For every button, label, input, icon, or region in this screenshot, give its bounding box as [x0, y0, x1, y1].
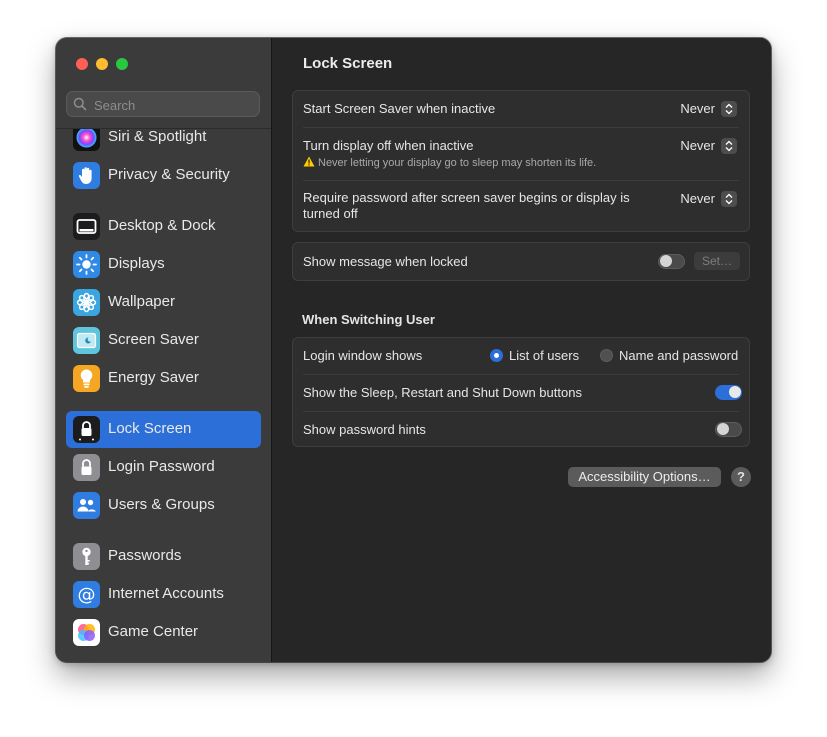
display-off-label: Turn display off when inactive	[303, 138, 474, 153]
sidebar-item-label: Users & Groups	[108, 496, 215, 513]
sidebar-item-label: Screen Saver	[108, 331, 199, 348]
sidebar-item-label: Lock Screen	[108, 420, 192, 437]
list-of-users-radio[interactable]	[490, 349, 503, 362]
sidebar-item-desktop-dock[interactable]: Desktop & Dock	[66, 208, 261, 245]
flower-icon	[73, 289, 100, 316]
sidebar-item-game-center[interactable]: Game Center	[66, 614, 261, 651]
sidebar-item-label: Internet Accounts	[108, 585, 224, 602]
password-hints-toggle[interactable]	[715, 422, 742, 437]
screen-saver-icon	[73, 327, 100, 354]
help-button[interactable]: ?	[731, 467, 751, 487]
sidebar-item-label: Privacy & Security	[108, 166, 230, 183]
switching-user-heading: When Switching User	[302, 312, 435, 327]
siri-icon	[73, 129, 100, 151]
updown-chevron-icon	[721, 138, 737, 154]
sidebar-item-siri-spotlight[interactable]: Siri & Spotlight	[66, 129, 261, 156]
switching-user-group: Login window shows List of users Name an…	[292, 337, 750, 447]
display-off-row: Turn display off when inactive Never let…	[293, 128, 749, 180]
require-password-popup[interactable]: Never	[667, 190, 737, 208]
toggle-knob	[660, 255, 672, 267]
set-message-button[interactable]: Set…	[694, 252, 740, 270]
password-hints-row: Show password hints	[293, 412, 749, 448]
name-and-password-label: Name and password	[619, 348, 739, 363]
sidebar-item-privacy-security[interactable]: Privacy & Security	[66, 157, 261, 194]
warning-text: Never letting your display go to sleep m…	[318, 157, 597, 169]
sidebar-item-label: Game Center	[108, 623, 199, 640]
game-center-icon	[73, 619, 100, 646]
sidebar-item-lock-screen[interactable]: Lock Screen	[66, 411, 261, 448]
sidebar-list: Siri & Spotlight Privacy & Security Desk…	[56, 129, 271, 662]
display-off-popup[interactable]: Never	[667, 137, 737, 155]
sidebar-item-wallpaper[interactable]: Wallpaper	[66, 284, 261, 321]
toggle-knob	[717, 423, 729, 435]
sidebar-item-label: Passwords	[108, 547, 182, 564]
sidebar-item-label: Siri & Spotlight	[108, 129, 207, 145]
lock-icon	[73, 416, 100, 443]
sidebar-item-internet-accounts[interactable]: @ Internet Accounts	[66, 576, 261, 613]
dock-icon	[73, 213, 100, 240]
updown-chevron-icon	[721, 101, 737, 117]
display-off-value: Never	[680, 138, 715, 153]
require-password-row: Require password after screen saver begi…	[293, 181, 749, 233]
sidebar-item-energy-saver[interactable]: Energy Saver	[66, 360, 261, 397]
screen-saver-row: Start Screen Saver when inactive Never	[293, 91, 749, 127]
close-window-button[interactable]	[76, 58, 88, 70]
search-input[interactable]	[92, 95, 256, 115]
login-window-label: Login window shows	[303, 348, 423, 363]
sidebar-item-label: Displays	[108, 255, 165, 272]
toggle-knob	[729, 386, 741, 398]
screen-saver-label: Start Screen Saver when inactive	[303, 101, 496, 116]
search-icon	[73, 97, 87, 116]
sidebar-item-label: Login Password	[108, 458, 215, 475]
updown-chevron-icon	[721, 191, 737, 207]
sidebar: Siri & Spotlight Privacy & Security Desk…	[56, 38, 272, 662]
accessibility-options-button[interactable]: Accessibility Options…	[568, 467, 721, 487]
show-message-label: Show message when locked	[303, 254, 468, 269]
message-group: Show message when locked Set…	[292, 242, 750, 281]
sidebar-item-screen-saver[interactable]: Screen Saver	[66, 322, 261, 359]
screen-saver-popup[interactable]: Never	[667, 100, 737, 118]
timing-settings-group: Start Screen Saver when inactive Never T…	[292, 90, 750, 232]
require-password-label: Require password after screen saver begi…	[303, 190, 630, 221]
display-off-warning: Never letting your display go to sleep m…	[303, 156, 596, 169]
users-icon	[73, 492, 100, 519]
sleep-buttons-label: Show the Sleep, Restart and Shut Down bu…	[303, 385, 582, 400]
search-field[interactable]	[66, 91, 260, 117]
main-pane: Lock Screen Start Screen Saver when inac…	[272, 38, 771, 662]
svg-text:@: @	[78, 585, 96, 606]
sidebar-item-passwords[interactable]: Passwords	[66, 538, 261, 575]
require-password-value: Never	[680, 191, 715, 206]
zoom-window-button[interactable]	[116, 58, 128, 70]
sidebar-item-label: Wallpaper	[108, 293, 175, 310]
name-and-password-radio[interactable]	[600, 349, 613, 362]
settings-window: Siri & Spotlight Privacy & Security Desk…	[56, 38, 771, 662]
page-title: Lock Screen	[303, 55, 393, 72]
minimize-window-button[interactable]	[96, 58, 108, 70]
sidebar-item-users-groups[interactable]: Users & Groups	[66, 487, 261, 524]
lightbulb-icon	[73, 365, 100, 392]
show-message-toggle[interactable]	[658, 254, 685, 269]
sleep-buttons-toggle[interactable]	[715, 385, 742, 400]
sidebar-item-displays[interactable]: Displays	[66, 246, 261, 283]
screen-saver-value: Never	[680, 101, 715, 116]
sidebar-item-login-password[interactable]: Login Password	[66, 449, 261, 486]
password-hints-label: Show password hints	[303, 422, 426, 437]
sidebar-item-label: Energy Saver	[108, 369, 199, 386]
lock-icon	[73, 454, 100, 481]
login-window-row: Login window shows List of users Name an…	[293, 338, 749, 374]
warning-icon	[303, 156, 315, 167]
list-of-users-label: List of users	[509, 348, 580, 363]
hand-icon	[73, 162, 100, 189]
sun-icon	[73, 251, 100, 278]
sleep-buttons-row: Show the Sleep, Restart and Shut Down bu…	[293, 375, 749, 411]
at-icon: @	[73, 581, 100, 608]
key-icon	[73, 543, 100, 570]
sidebar-item-label: Desktop & Dock	[108, 217, 216, 234]
